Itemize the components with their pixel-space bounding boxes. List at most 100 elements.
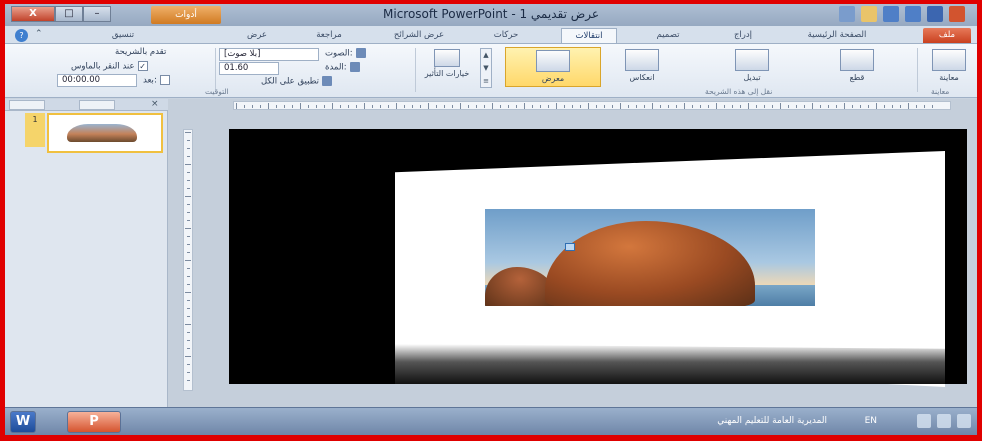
- undo-icon[interactable]: [883, 6, 899, 22]
- after-option[interactable]: بعد:: [143, 75, 170, 86]
- customize-qat-icon[interactable]: [839, 6, 855, 22]
- preview-button[interactable]: معاينة: [923, 47, 975, 87]
- ruler-tick: [620, 103, 621, 109]
- thumbnail-rock-image: [67, 124, 137, 142]
- ruler-tick: [380, 105, 381, 108]
- ruler-tick: [187, 372, 190, 373]
- ruler-tick: [187, 348, 190, 349]
- ruler-tick: [292, 105, 293, 108]
- ruler-tick: [187, 220, 190, 221]
- ruler-tick: [692, 105, 693, 108]
- ruler-tick: [860, 105, 861, 108]
- duration-input[interactable]: 01.60: [219, 62, 279, 75]
- ruler-tick: [452, 105, 453, 108]
- quick-access-toolbar: [839, 6, 965, 22]
- ruler-tick: [932, 105, 933, 108]
- transition-group-label: نقل إلى هذه الشريحة: [705, 87, 773, 96]
- ruler-tick: [252, 105, 253, 108]
- ruler-tick: [756, 105, 757, 108]
- after-time-input[interactable]: 00:00.00: [57, 74, 137, 87]
- slides-tab[interactable]: [9, 100, 45, 110]
- tab-animations[interactable]: حركات: [483, 28, 529, 43]
- network-icon[interactable]: [917, 414, 931, 428]
- ruler-tick: [187, 276, 190, 277]
- editing-area: × 1: [5, 99, 977, 407]
- duration-label: المدة:: [325, 62, 347, 73]
- tab-review[interactable]: مراجعة: [305, 28, 353, 43]
- ruler-tick: [892, 105, 893, 108]
- picture-tools-context-tab[interactable]: أدوات: [151, 6, 221, 24]
- ruler-tick: [484, 105, 485, 108]
- on-mouse-click-label: عند النقر بالماوس: [71, 61, 135, 72]
- help-icon[interactable]: ?: [15, 29, 28, 42]
- tab-view[interactable]: عرض: [237, 28, 277, 43]
- powerpoint-taskbar-button[interactable]: P: [67, 411, 121, 433]
- tab-format[interactable]: تنسيق: [95, 28, 151, 43]
- ruler-tick: [828, 105, 829, 108]
- effect-options-button[interactable]: خيارات التأثير: [420, 47, 474, 91]
- system-tray: [917, 414, 971, 428]
- folder-icon[interactable]: [861, 6, 877, 22]
- sound-option: الصوت:: [325, 48, 366, 59]
- tab-file[interactable]: ملف: [923, 28, 971, 43]
- ribbon-transitions: تقدم بالشريحة عند النقر بالماوس ✓ 00:00.0…: [5, 44, 977, 98]
- minimize-window-button[interactable]: –: [83, 6, 111, 22]
- transition-cut-button[interactable]: قطع: [825, 47, 889, 87]
- ruler-tick: [187, 340, 190, 341]
- window-controls: X □ –: [11, 6, 111, 22]
- volume-icon[interactable]: [937, 414, 951, 428]
- after-checkbox[interactable]: [159, 75, 170, 85]
- ruler-tick: [460, 103, 461, 109]
- ruler-tick: [772, 105, 773, 108]
- on-mouse-click-option[interactable]: عند النقر بالماوس ✓: [71, 61, 148, 72]
- picture-handle-icon[interactable]: [565, 243, 575, 251]
- language-indicator[interactable]: EN: [865, 416, 877, 426]
- maximize-window-button[interactable]: □: [55, 6, 83, 22]
- ruler-tick: [185, 228, 191, 229]
- transition-gallery-button[interactable]: معرض: [505, 47, 601, 87]
- slides-panel-tabs: ×: [5, 99, 168, 111]
- ruler-tick: [187, 268, 190, 269]
- tab-home[interactable]: الصفحة الرئيسية: [791, 28, 883, 43]
- slide-canvas[interactable]: [229, 129, 967, 387]
- word-taskbar-button[interactable]: W: [10, 411, 36, 433]
- gallery-scroll[interactable]: ▲ ▼ ≡: [480, 48, 492, 88]
- preview-label: معاينة: [939, 73, 959, 82]
- tab-transitions[interactable]: انتقالات: [561, 28, 617, 43]
- ruler-tick: [187, 148, 190, 149]
- ruler-tick: [420, 105, 421, 108]
- apply-to-all-button[interactable]: تطبيق على الكل: [261, 76, 333, 87]
- taskbar: W P المديرية العامة للتعليم المهني EN: [5, 407, 977, 435]
- sound-dropdown[interactable]: [بلا صوت]: [219, 48, 319, 61]
- sound-icon: [355, 48, 366, 58]
- tab-slideshow[interactable]: عرض الشرائح: [387, 28, 451, 43]
- slide-thumbnail[interactable]: [47, 113, 163, 153]
- tab-insert[interactable]: إدراج: [725, 28, 761, 43]
- outline-tab[interactable]: [79, 100, 115, 110]
- transition-switch-button[interactable]: تبديل: [717, 47, 787, 87]
- save-icon[interactable]: [927, 6, 943, 22]
- ruler-tick: [444, 105, 445, 108]
- redo-icon[interactable]: [905, 6, 921, 22]
- ruler-tick: [764, 105, 765, 108]
- close-window-button[interactable]: X: [11, 6, 55, 22]
- ruler-tick: [436, 105, 437, 108]
- minimize-ribbon-icon[interactable]: ⌃: [35, 29, 43, 39]
- close-panel-icon[interactable]: ×: [151, 99, 159, 109]
- transition-reflection-button[interactable]: انعكاس: [607, 47, 677, 87]
- on-mouse-click-checkbox[interactable]: ✓: [137, 61, 148, 71]
- ruler-tick: [185, 132, 191, 133]
- tab-design[interactable]: تصميم: [645, 28, 691, 43]
- ruler-tick: [404, 105, 405, 108]
- ruler-tick: [185, 260, 191, 261]
- ruler-tick: [187, 252, 190, 253]
- ruler-tick: [812, 103, 813, 109]
- rock-photo[interactable]: [485, 209, 815, 306]
- ruler-tick: [187, 316, 190, 317]
- ruler-tick: [700, 105, 701, 108]
- ruler-tick: [708, 105, 709, 108]
- ruler-tick: [187, 188, 190, 189]
- flag-icon[interactable]: [957, 414, 971, 428]
- advance-slide-label: تقدم بالشريحة: [115, 47, 167, 57]
- ribbon-tabs: ? ⌃ تنسيق عرض مراجعة عرض الشرائح حركات ا…: [5, 26, 977, 44]
